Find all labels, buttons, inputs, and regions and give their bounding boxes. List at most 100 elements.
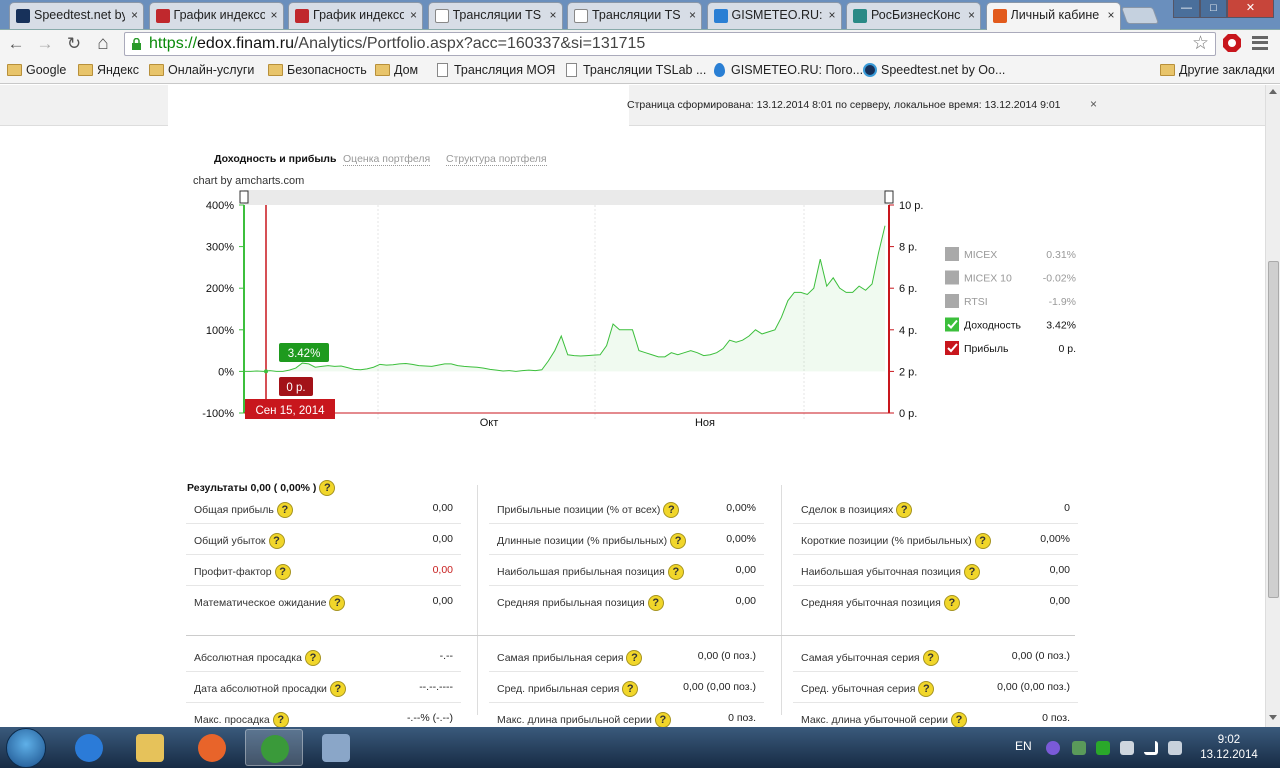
taskbar-app[interactable] <box>245 729 303 766</box>
reload-button[interactable]: ↻ <box>63 33 85 55</box>
help-icon[interactable]: ? <box>918 681 935 697</box>
close-window-button[interactable]: ✕ <box>1227 0 1274 18</box>
scroll-down-arrow-icon[interactable] <box>1269 715 1277 720</box>
browser-tab[interactable]: Трансляции TS × <box>427 2 563 29</box>
result-label: Наибольшая прибыльная позиция? <box>497 564 684 580</box>
help-icon[interactable]: ? <box>647 595 664 611</box>
page-scrollbar[interactable] <box>1265 85 1280 727</box>
x-axis-label: Окт <box>480 417 499 429</box>
bookmark-star-icon[interactable]: ☆ <box>1192 33 1209 55</box>
help-icon[interactable]: ? <box>663 502 680 518</box>
tab-close-icon[interactable]: × <box>270 3 277 28</box>
help-icon[interactable]: ? <box>268 533 285 549</box>
system-clock[interactable]: 9:02 13.12.2014 <box>1199 733 1259 763</box>
help-icon[interactable]: ? <box>274 564 291 580</box>
signal-icon[interactable] <box>1144 741 1158 755</box>
bookmark-item[interactable]: Speedtest.net by Oo... <box>862 62 1005 78</box>
help-icon[interactable]: ? <box>626 650 643 666</box>
result-label: Сред. убыточная серия? <box>801 681 935 697</box>
network-tools-icon[interactable] <box>1072 741 1086 755</box>
menu-icon[interactable] <box>1252 36 1268 50</box>
result-value: -.-- <box>439 650 453 662</box>
legend-marker <box>945 294 959 308</box>
address-bar[interactable]: https://edox.finam.ru/Analytics/Portfoli… <box>124 32 1216 56</box>
help-icon[interactable]: ? <box>974 533 991 549</box>
bookmark-item[interactable]: Google <box>7 62 66 78</box>
result-label: Короткие позиции (% прибыльных)? <box>801 533 991 549</box>
taskbar-app[interactable] <box>183 729 241 766</box>
tab-portfolio-valuation[interactable]: Оценка портфеля <box>343 153 431 166</box>
help-icon[interactable]: ? <box>670 533 687 549</box>
browser-tab[interactable]: Speedtest.net by × <box>9 2 144 29</box>
chart-credit[interactable]: chart by amcharts.com <box>193 175 304 187</box>
folder-icon <box>78 64 93 76</box>
new-tab-button[interactable] <box>1120 7 1160 24</box>
help-icon[interactable]: ? <box>922 650 939 666</box>
help-icon[interactable]: ? <box>654 712 671 727</box>
tab-close-icon[interactable]: × <box>549 3 556 28</box>
scrollbar-thumb[interactable] <box>1268 261 1279 598</box>
tab-close-icon[interactable]: × <box>689 3 696 28</box>
forward-button[interactable]: → <box>34 33 56 55</box>
taskbar-app[interactable] <box>60 729 118 766</box>
tab-close-icon[interactable]: × <box>968 3 975 28</box>
browser-tab[interactable]: РосБизнесКонс × <box>846 2 981 29</box>
result-label: Профит-фактор? <box>194 564 291 580</box>
tab-favicon-icon <box>853 9 867 23</box>
back-button[interactable]: ← <box>5 33 27 55</box>
help-icon[interactable]: ? <box>963 564 980 580</box>
help-icon[interactable]: ? <box>896 502 913 518</box>
volume-muted-icon[interactable] <box>1168 741 1182 755</box>
device-icon[interactable] <box>1120 741 1134 755</box>
help-icon[interactable]: ? <box>622 681 639 697</box>
tab-returns-profit[interactable]: Доходность и прибыль <box>214 153 336 165</box>
browser-tab[interactable]: GISMETEO.RU: П × <box>706 2 842 29</box>
bookmark-item[interactable]: Трансляции TSLab ... <box>564 62 706 78</box>
bookmark-item[interactable]: Яндекс <box>78 62 139 78</box>
browser-tab[interactable]: График индексо × <box>288 2 423 29</box>
help-icon[interactable]: ? <box>272 712 289 727</box>
close-info-button[interactable]: × <box>1090 97 1097 111</box>
maximize-button[interactable]: □ <box>1200 0 1227 18</box>
taskbar-app[interactable] <box>307 729 365 766</box>
tab-portfolio-structure[interactable]: Структура портфеля <box>446 153 547 166</box>
minimize-button[interactable]: — <box>1173 0 1200 18</box>
help-icon[interactable]: ? <box>304 650 321 666</box>
scroll-up-arrow-icon[interactable] <box>1269 89 1277 94</box>
ie-icon <box>75 734 103 762</box>
result-value: 0,00 <box>432 502 453 514</box>
result-row: Сред. прибыльная серия? 0,00 (0,00 поз.) <box>489 673 764 703</box>
result-label: Макс. длина прибыльной серии? <box>497 712 671 727</box>
taskbar-app[interactable] <box>121 729 179 766</box>
right-tick-label: 8 р. <box>899 242 917 254</box>
help-icon[interactable]: ? <box>329 681 346 697</box>
bookmark-item[interactable]: Дом <box>375 62 418 78</box>
start-button[interactable] <box>6 728 46 768</box>
bookmark-item[interactable]: Безопасность <box>268 62 367 78</box>
home-button[interactable]: ⌂ <box>92 33 114 55</box>
bookmark-item[interactable]: Трансляция МОЯ <box>435 62 555 78</box>
column-divider <box>477 485 478 715</box>
help-icon[interactable]: ? <box>667 564 684 580</box>
chat-icon[interactable] <box>1046 741 1060 755</box>
result-label: Макс. длина убыточной серии? <box>801 712 967 727</box>
browser-tab[interactable]: Трансляции TS × <box>567 2 702 29</box>
language-indicator[interactable]: EN <box>1015 739 1032 753</box>
bookmark-item[interactable]: GISMETEO.RU: Пого... <box>712 62 863 78</box>
security-check-icon[interactable] <box>1096 741 1110 755</box>
help-icon[interactable]: ? <box>329 595 346 611</box>
browser-tab[interactable]: Личный кабине × <box>985 2 1121 30</box>
adblock-icon[interactable] <box>1222 33 1242 53</box>
tab-close-icon[interactable]: × <box>1107 3 1114 28</box>
help-icon[interactable]: ? <box>943 595 960 611</box>
other-bookmarks[interactable]: Другие закладки <box>1160 62 1275 78</box>
help-icon[interactable]: ? <box>950 712 967 727</box>
browser-tab[interactable]: График индексо × <box>148 2 284 29</box>
right-tick-label: 4 р. <box>899 325 917 337</box>
tab-close-icon[interactable]: × <box>131 3 138 28</box>
tab-close-icon[interactable]: × <box>828 3 835 28</box>
help-icon[interactable]: ? <box>276 502 293 518</box>
tab-close-icon[interactable]: × <box>410 3 417 28</box>
bookmark-item[interactable]: Онлайн-услуги <box>149 62 254 78</box>
chart-scroller <box>244 190 889 205</box>
